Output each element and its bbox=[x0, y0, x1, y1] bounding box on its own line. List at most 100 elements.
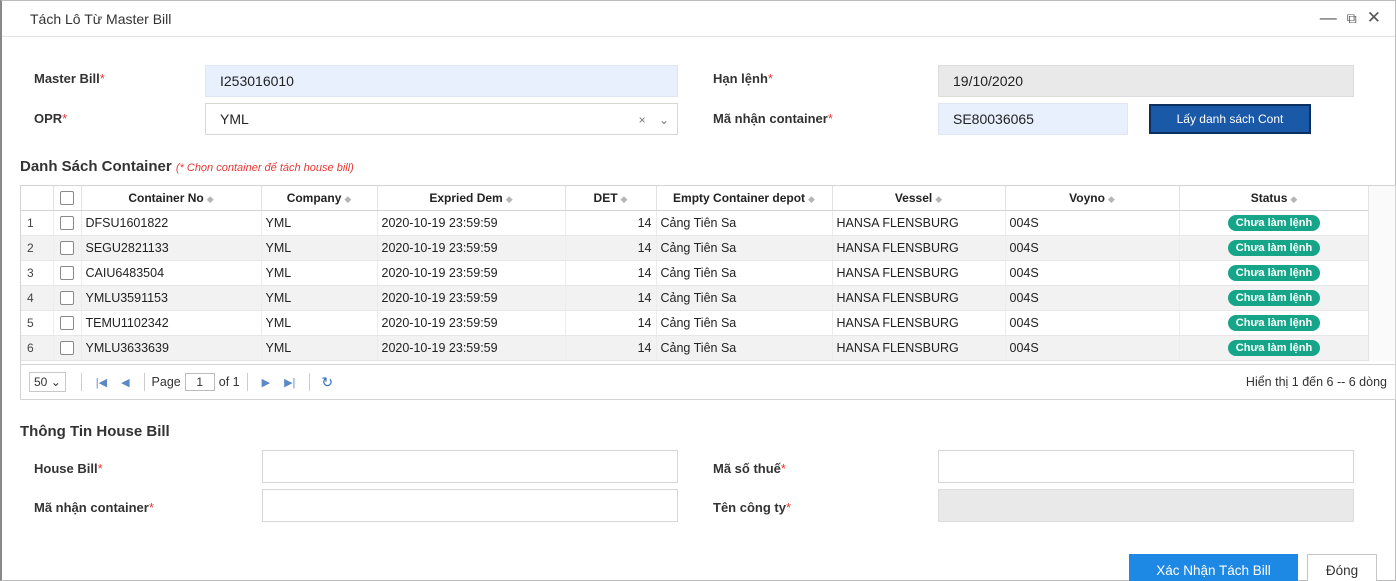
pager-divider bbox=[246, 373, 248, 391]
table-row[interactable]: 2 SEGU2821133 YML 2020-10-19 23:59:59 14… bbox=[21, 235, 1370, 261]
first-page-icon[interactable]: |◀ bbox=[96, 376, 107, 389]
table-row[interactable]: 1 DFSU1601822 YML 2020-10-19 23:59:59 14… bbox=[21, 210, 1370, 236]
page-total-label: of 1 bbox=[218, 375, 240, 389]
cell-container-no: DFSU1601822 bbox=[81, 210, 262, 236]
sort-icon: ◆ bbox=[935, 193, 943, 204]
cell-vessel: HANSA FLENSBURG bbox=[832, 335, 1006, 361]
table-row[interactable]: 3 CAIU6483504 YML 2020-10-19 23:59:59 14… bbox=[21, 260, 1370, 286]
cell-status: Chưa làm lệnh bbox=[1179, 260, 1370, 286]
row-checkbox[interactable] bbox=[60, 340, 74, 355]
next-page-icon[interactable]: ▶ bbox=[262, 376, 270, 389]
cell-company: YML bbox=[261, 260, 378, 286]
close-icon[interactable]: ✕ bbox=[1367, 9, 1381, 27]
house-bill-label: House Bill* bbox=[34, 461, 103, 476]
cell-company: YML bbox=[261, 310, 378, 336]
cell-expried-dem: 2020-10-19 23:59:59 bbox=[377, 335, 566, 361]
col-status[interactable]: Status ◆ bbox=[1179, 186, 1370, 211]
last-page-icon[interactable]: ▶| bbox=[284, 376, 295, 389]
table-row[interactable]: 6 YMLU3633639 YML 2020-10-19 23:59:59 14… bbox=[21, 335, 1370, 361]
pager-divider bbox=[309, 373, 311, 391]
cell-container-no: YMLU3591153 bbox=[81, 285, 262, 311]
status-badge: Chưa làm lệnh bbox=[1227, 339, 1321, 356]
opr-select-controls: × ⌄ bbox=[639, 113, 669, 127]
house-ma-nhan-container-label: Mã nhận container* bbox=[34, 500, 154, 515]
cell-company: YML bbox=[261, 235, 378, 261]
col-voyno[interactable]: Voyno ◆ bbox=[1005, 186, 1180, 211]
cell-company: YML bbox=[261, 210, 378, 236]
page-size-select[interactable]: 50 ⌄ bbox=[29, 372, 66, 392]
opr-select[interactable]: YML × ⌄ bbox=[205, 103, 678, 135]
sort-icon: ◆ bbox=[808, 193, 815, 204]
row-number-header bbox=[21, 186, 54, 211]
master-bill-input[interactable]: I253016010 bbox=[205, 65, 678, 97]
ma-so-thue-input[interactable] bbox=[938, 450, 1354, 483]
sort-icon: ◆ bbox=[206, 193, 214, 204]
cell-container-no: CAIU6483504 bbox=[81, 260, 262, 286]
split-bill-dialog: Tách Lô Từ Master Bill — ⧉ ✕ Master Bill… bbox=[0, 0, 1396, 581]
fetch-container-list-button[interactable]: Lấy danh sách Cont bbox=[1149, 104, 1311, 134]
maximize-icon[interactable]: ⧉ bbox=[1347, 9, 1357, 27]
confirm-split-bill-button[interactable]: Xác Nhận Tách Bill bbox=[1129, 554, 1298, 581]
status-badge: Chưa làm lệnh bbox=[1227, 289, 1321, 306]
container-grid: Container No ◆ Company ◆ Expried Dem ◆ DET ◆… bbox=[20, 185, 1396, 400]
cell-container-no: SEGU2821133 bbox=[81, 235, 262, 261]
row-number: 3 bbox=[21, 260, 54, 286]
col-det[interactable]: DET ◆ bbox=[565, 186, 657, 211]
ma-nhan-container-input[interactable]: SE80036065 bbox=[938, 103, 1128, 135]
grid-pager: 50 ⌄ |◀ ◀ Page 1 of 1 ▶ ▶| ↻ Hiển thị 1 … bbox=[21, 364, 1395, 399]
cell-status: Chưa làm lệnh bbox=[1179, 285, 1370, 311]
cell-det: 14 bbox=[565, 260, 657, 286]
minimize-icon[interactable]: — bbox=[1320, 9, 1337, 27]
cell-det: 14 bbox=[565, 310, 657, 336]
col-container-no[interactable]: Container No ◆ bbox=[81, 186, 262, 211]
col-empty-depot[interactable]: Empty Container depot ◆ bbox=[656, 186, 833, 211]
ten-cong-ty-label: Tên công ty* bbox=[713, 500, 792, 515]
refresh-icon[interactable]: ↻ bbox=[321, 374, 333, 391]
house-bill-input[interactable] bbox=[262, 450, 678, 483]
cell-voyno: 004S bbox=[1005, 260, 1180, 286]
clear-icon[interactable]: × bbox=[639, 113, 646, 127]
cell-depot: Cảng Tiên Sa bbox=[656, 285, 833, 311]
table-header-row: Container No ◆ Company ◆ Expried Dem ◆ DET ◆… bbox=[21, 186, 1370, 211]
cell-status: Chưa làm lệnh bbox=[1179, 335, 1370, 361]
row-checkbox[interactable] bbox=[60, 315, 74, 330]
ten-cong-ty-input bbox=[938, 489, 1354, 522]
prev-page-icon[interactable]: ◀ bbox=[121, 376, 129, 389]
master-bill-value: I253016010 bbox=[220, 73, 294, 89]
close-button[interactable]: Đóng bbox=[1307, 554, 1377, 581]
row-checkbox[interactable] bbox=[60, 290, 74, 305]
cell-depot: Cảng Tiên Sa bbox=[656, 335, 833, 361]
row-checkbox[interactable] bbox=[60, 240, 74, 255]
master-bill-label: Master Bill* bbox=[34, 71, 105, 86]
page-number-input[interactable]: 1 bbox=[184, 373, 215, 391]
vertical-scrollbar[interactable] bbox=[1368, 186, 1395, 361]
table-row[interactable]: 4 YMLU3591153 YML 2020-10-19 23:59:59 14… bbox=[21, 285, 1370, 311]
container-section-title: Danh Sách Container (* Chọn container để… bbox=[20, 158, 354, 175]
cell-vessel: HANSA FLENSBURG bbox=[832, 260, 1006, 286]
row-number: 6 bbox=[21, 335, 54, 361]
row-number: 4 bbox=[21, 285, 54, 311]
cell-expried-dem: 2020-10-19 23:59:59 bbox=[377, 310, 566, 336]
row-checkbox[interactable] bbox=[60, 265, 74, 280]
cell-voyno: 004S bbox=[1005, 335, 1180, 361]
cell-depot: Cảng Tiên Sa bbox=[656, 310, 833, 336]
cell-company: YML bbox=[261, 285, 378, 311]
row-select-cell bbox=[53, 210, 82, 236]
col-company[interactable]: Company ◆ bbox=[261, 186, 378, 211]
row-checkbox[interactable] bbox=[60, 215, 74, 230]
house-ma-nhan-container-input[interactable] bbox=[262, 489, 678, 522]
sort-icon: ◆ bbox=[620, 193, 628, 204]
table-row[interactable]: 5 TEMU1102342 YML 2020-10-19 23:59:59 14… bbox=[21, 310, 1370, 336]
col-expried-dem[interactable]: Expried Dem ◆ bbox=[377, 186, 566, 211]
cell-det: 14 bbox=[565, 235, 657, 261]
cell-voyno: 004S bbox=[1005, 285, 1180, 311]
select-all-checkbox[interactable] bbox=[60, 191, 74, 206]
cell-container-no: TEMU1102342 bbox=[81, 310, 262, 336]
window-controls: — ⧉ ✕ bbox=[1320, 9, 1381, 27]
col-vessel[interactable]: Vessel ◆ bbox=[832, 186, 1006, 211]
ma-so-thue-label: Mã số thuế* bbox=[713, 461, 786, 476]
pager-divider bbox=[143, 373, 145, 391]
chevron-down-icon[interactable]: ⌄ bbox=[659, 113, 669, 127]
cell-status: Chưa làm lệnh bbox=[1179, 210, 1370, 236]
cell-voyno: 004S bbox=[1005, 210, 1180, 236]
